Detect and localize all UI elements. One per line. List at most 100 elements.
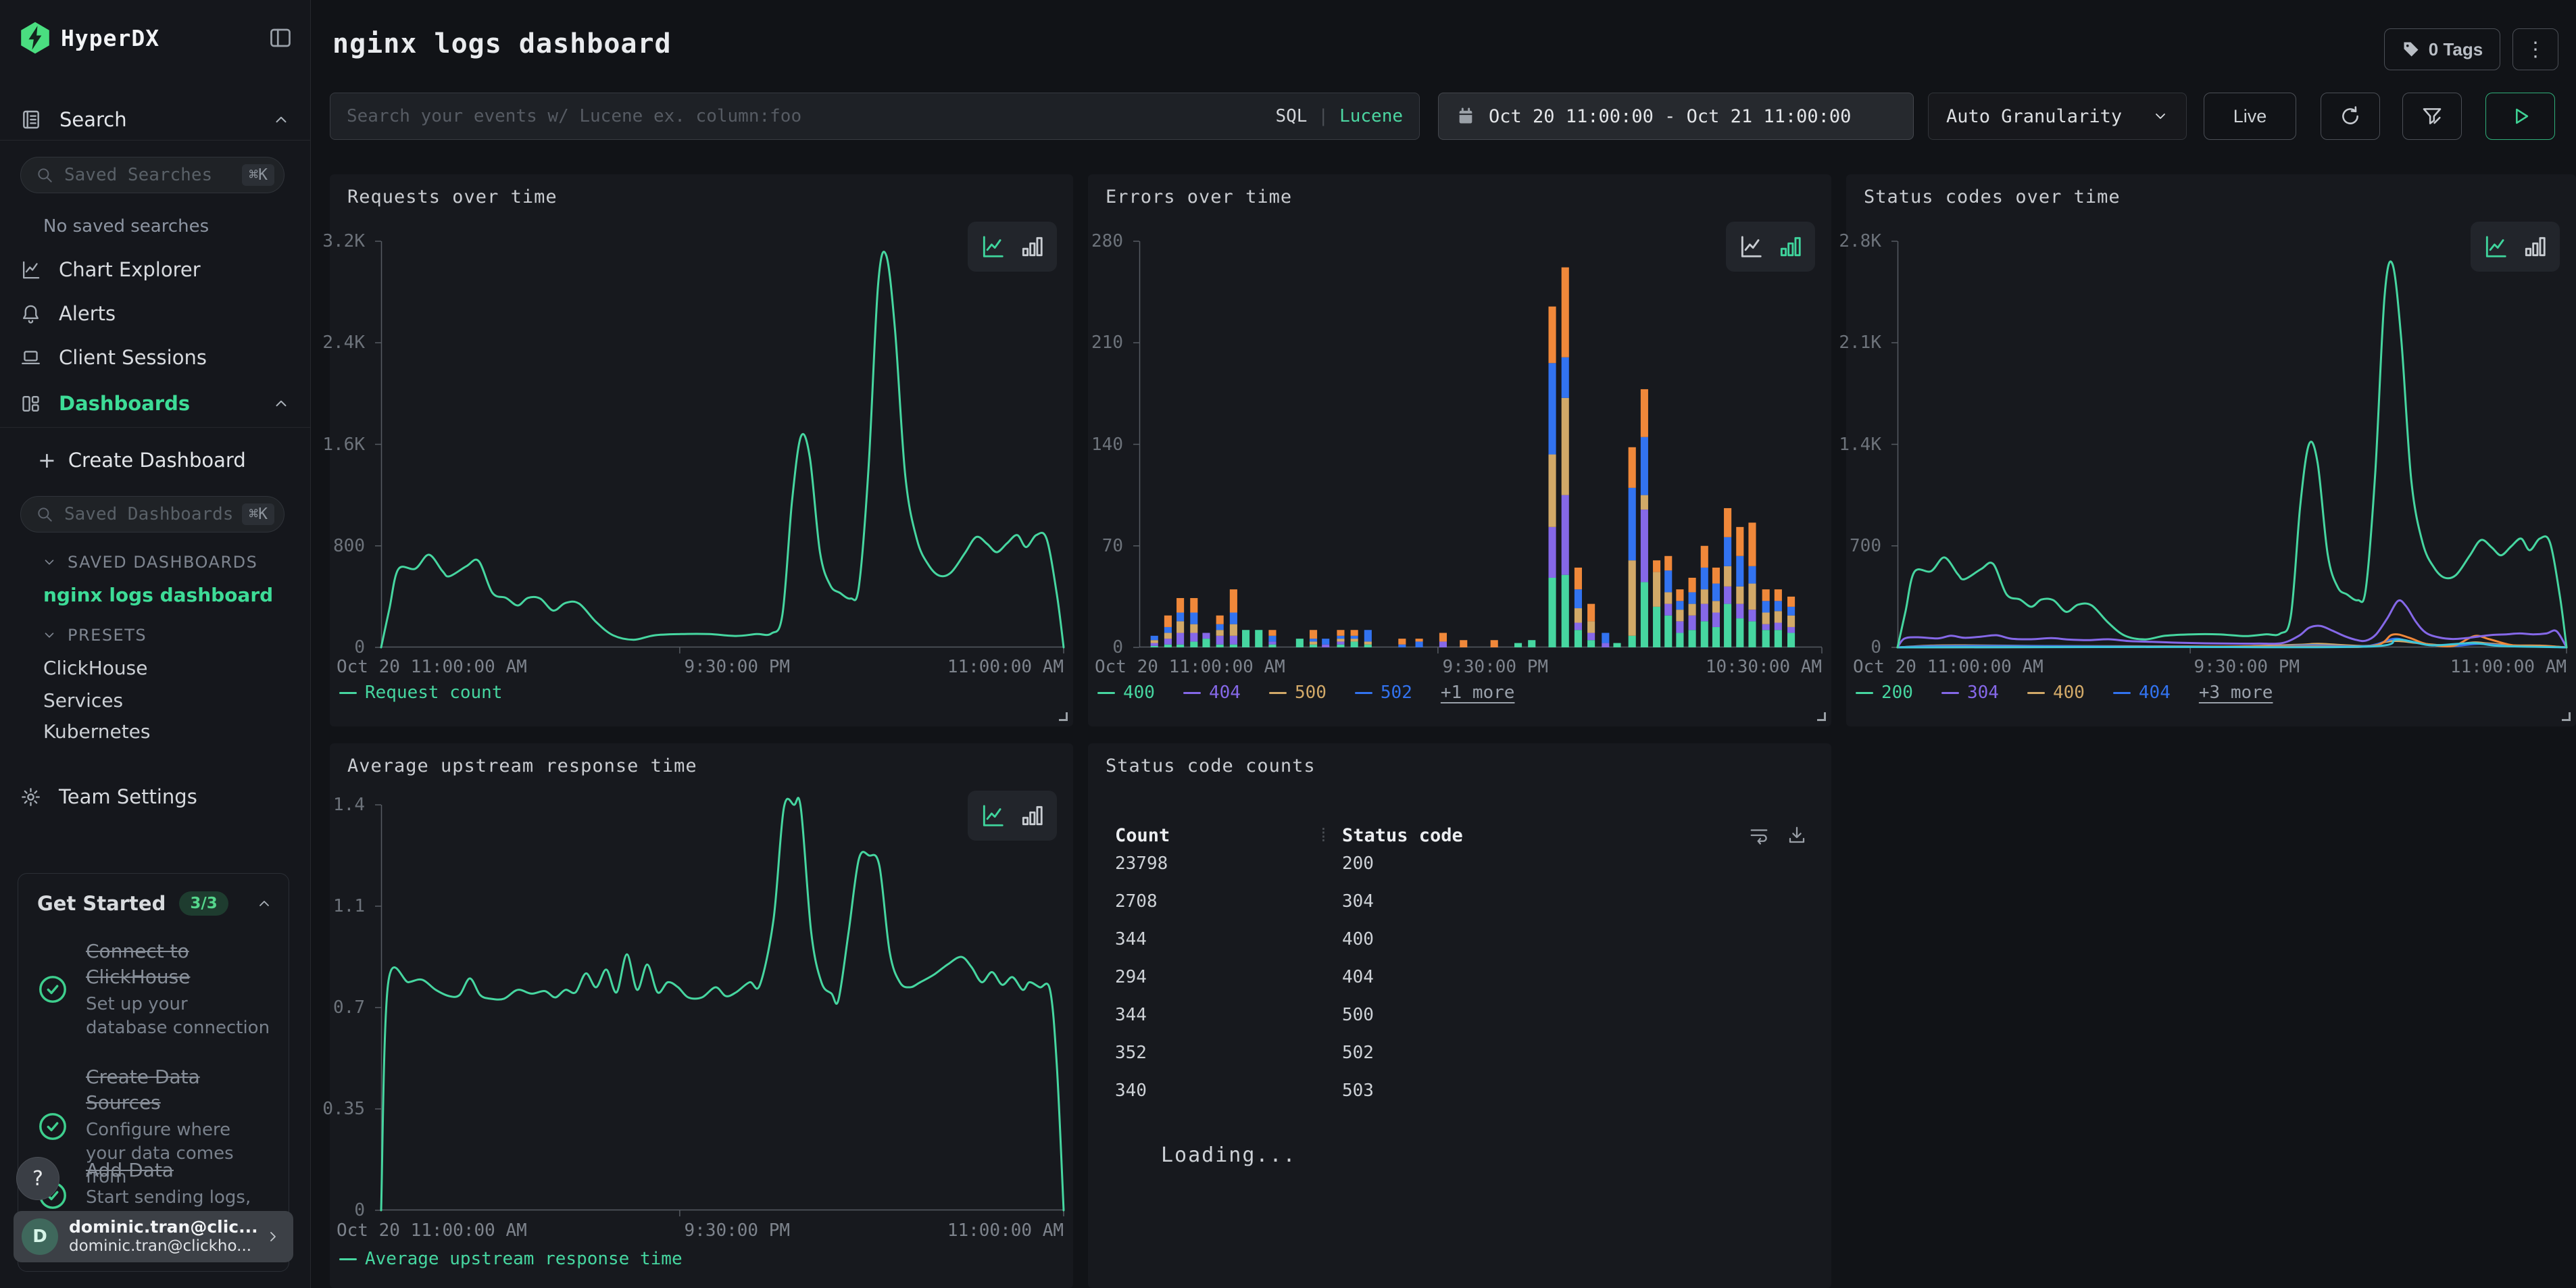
get-started-step[interactable]: Connect to ClickHouse Set up your databa… <box>37 939 274 1040</box>
panel-title: Average upstream response time <box>347 756 697 776</box>
y-axis-tick-label: 1.4K <box>1839 435 1881 455</box>
avatar: D <box>22 1218 58 1255</box>
create-dashboard-button[interactable]: + Create Dashboard <box>0 443 310 477</box>
divider <box>0 140 310 141</box>
table-row[interactable]: 2708304 <box>1115 883 1807 920</box>
y-axis: 3.2K2.4K1.6K8000 <box>330 241 373 647</box>
sidebar-item-team-settings[interactable]: Team Settings <box>0 778 310 815</box>
count-cell: 2708 <box>1115 891 1342 912</box>
collapse-sidebar-icon[interactable] <box>268 26 293 50</box>
legend-item[interactable]: 500 <box>1269 683 1327 703</box>
y-axis-tick-label: 1.1 <box>333 896 365 916</box>
table-row[interactable]: 344400 <box>1115 920 1807 958</box>
column-header-count[interactable]: Count <box>1115 825 1318 846</box>
status-code-cell: 404 <box>1342 967 1807 987</box>
search-input[interactable] <box>347 106 1275 126</box>
legend-item[interactable]: 400 <box>2027 683 2085 703</box>
legend-swatch <box>1183 692 1201 694</box>
y-axis-tick-label: 280 <box>1091 231 1123 251</box>
errors-chart-plot[interactable] <box>1139 241 1822 647</box>
table-row[interactable]: 344500 <box>1115 996 1807 1034</box>
saved-searches-input[interactable]: Saved Searches ⌘K <box>20 157 284 193</box>
chart-legend: 400 404 500 502 +1 more <box>1097 683 1514 703</box>
chart-legend: 200 304 400 404 +3 more <box>1856 683 2273 703</box>
calendar-icon <box>1456 107 1475 126</box>
legend-item[interactable]: 304 <box>1941 683 1999 703</box>
panel-resize-handle[interactable] <box>2562 712 2571 721</box>
group-saved-dashboards[interactable]: SAVED DASHBOARDS <box>42 549 290 576</box>
search-icon <box>36 505 53 523</box>
sidebar-item-client-sessions[interactable]: Client Sessions <box>0 339 310 376</box>
refresh-icon <box>2339 105 2362 128</box>
y-axis-tick-label: 2.8K <box>1839 231 1881 251</box>
saved-dashboards-input[interactable]: Saved Dashboards ⌘K <box>20 496 284 532</box>
sidebar-section-search[interactable]: Search <box>0 100 310 139</box>
user-menu[interactable]: D dominic.tran@clic... dominic.tran@clic… <box>14 1211 293 1262</box>
panel-resize-handle[interactable] <box>1059 712 1068 721</box>
panel-requests-over-time: Requests over time 3.2K2.4K1.6K8000 Oct … <box>330 174 1073 726</box>
panel-status-codes-over-time: Status codes over time 2.8K2.1K1.4K7000 … <box>1846 174 2576 726</box>
column-resize-handle[interactable]: ⁞ <box>1318 824 1342 847</box>
x-axis-tick-label: Oct 20 11:00:00 AM <box>337 657 527 677</box>
lucene-mode-toggle[interactable]: Lucene <box>1339 106 1403 126</box>
play-icon <box>2509 105 2532 128</box>
legend-item[interactable]: 404 <box>1183 683 1241 703</box>
x-axis-tick-label: Oct 20 11:00:00 AM <box>1853 657 2044 677</box>
run-query-button[interactable] <box>2485 93 2555 140</box>
response-time-chart-plot[interactable] <box>381 805 1064 1210</box>
table-row[interactable]: 340503 <box>1115 1072 1807 1110</box>
live-button[interactable]: Live <box>2204 93 2296 140</box>
sidebar-item-services[interactable]: Services <box>43 685 297 715</box>
get-started-progress-badge: 3/3 <box>179 891 228 916</box>
date-range-picker[interactable]: Oct 20 11:00:00 - Oct 21 11:00:00 <box>1438 93 1914 140</box>
download-icon[interactable] <box>1787 825 1807 845</box>
status-codes-chart-plot[interactable] <box>1898 241 2567 647</box>
table-row[interactable]: 23798200 <box>1115 845 1807 883</box>
table-row[interactable]: 294404 <box>1115 958 1807 996</box>
filters-button[interactable] <box>2402 93 2462 140</box>
chevron-down-icon <box>42 628 57 643</box>
tags-button[interactable]: 0 Tags <box>2384 28 2500 70</box>
chevron-up-icon <box>272 395 290 412</box>
wrap-lines-icon[interactable] <box>1749 825 1769 845</box>
refresh-button[interactable] <box>2321 93 2380 140</box>
table-row[interactable]: 352502 <box>1115 1034 1807 1072</box>
x-axis-tick-label: 10:30:00 AM <box>1706 657 1822 677</box>
requests-chart-plot[interactable] <box>381 241 1064 647</box>
sidebar-item-kubernetes[interactable]: Kubernetes <box>43 716 297 746</box>
panel-menu-button[interactable]: ⋮ <box>2512 28 2558 70</box>
x-axis-tick-label: 11:00:00 AM <box>947 657 1064 677</box>
panel-resize-handle[interactable] <box>1817 712 1826 721</box>
sidebar-item-chart-explorer[interactable]: Chart Explorer <box>0 251 310 288</box>
sidebar-item-dashboards[interactable]: Dashboards <box>0 385 310 422</box>
sidebar-item-clickhouse[interactable]: ClickHouse <box>43 653 297 683</box>
chevron-up-icon[interactable] <box>256 895 272 912</box>
hyperdx-logo-icon <box>18 20 53 55</box>
legend-swatch <box>1269 692 1287 694</box>
tag-icon <box>2402 40 2421 59</box>
sql-mode-toggle[interactable]: SQL <box>1275 106 1307 126</box>
granularity-select[interactable]: Auto Granularity <box>1928 93 2187 140</box>
y-axis-tick-label: 140 <box>1091 435 1123 455</box>
help-button[interactable]: ? <box>16 1157 59 1200</box>
legend-item[interactable]: 502 <box>1355 683 1412 703</box>
y-axis-tick-label: 800 <box>333 536 365 556</box>
legend-item[interactable]: 200 <box>1856 683 1913 703</box>
sidebar-item-alerts[interactable]: Alerts <box>0 295 310 332</box>
group-presets[interactable]: PRESETS <box>42 622 290 649</box>
column-header-status-code[interactable]: Status code <box>1342 825 1749 846</box>
legend-more-link[interactable]: +3 more <box>2199 683 2273 703</box>
legend-item[interactable]: Average upstream response time <box>339 1249 683 1269</box>
x-axis-tick-label: Oct 20 11:00:00 AM <box>337 1220 527 1241</box>
saved-searches-placeholder: Saved Searches <box>64 165 242 185</box>
page-title: nginx logs dashboard <box>332 28 672 59</box>
x-axis-tick-label: Oct 20 11:00:00 AM <box>1095 657 1285 677</box>
check-circle-icon <box>37 974 68 1005</box>
legend-item[interactable]: 404 <box>2113 683 2171 703</box>
sidebar-item-nginx-logs-dashboard[interactable]: nginx logs dashboard <box>43 580 297 610</box>
legend-item[interactable]: 400 <box>1097 683 1155 703</box>
legend-item[interactable]: Request count <box>339 683 503 703</box>
count-cell: 344 <box>1115 929 1342 949</box>
y-axis-tick-label: 2.4K <box>322 332 365 353</box>
legend-more-link[interactable]: +1 more <box>1441 683 1515 703</box>
